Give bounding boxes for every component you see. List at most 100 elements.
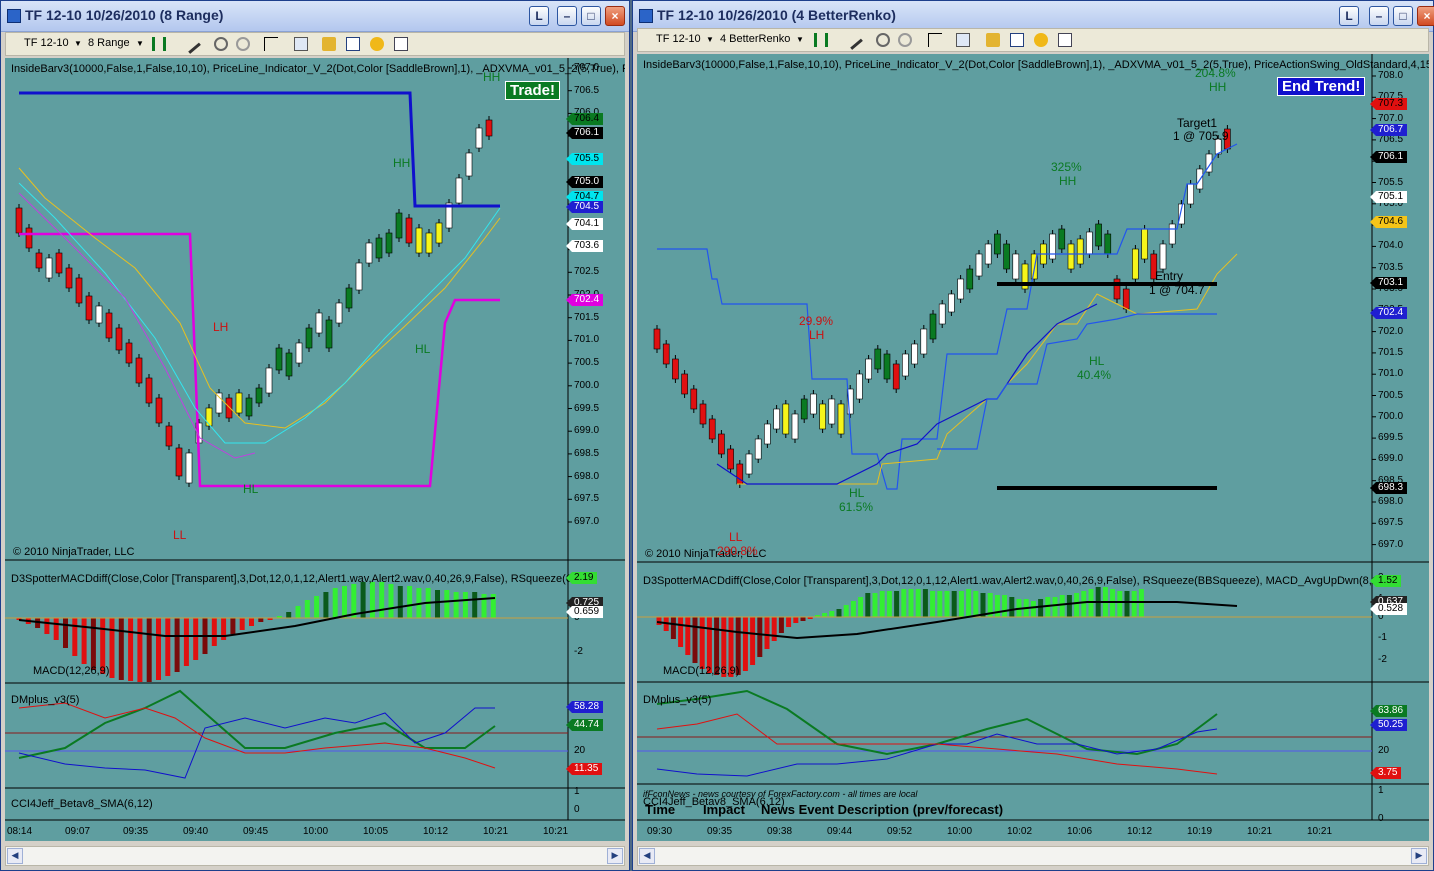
price-tag: 706.1 [1370, 151, 1408, 163]
crosshair-icon[interactable] [264, 37, 278, 51]
horizontal-scrollbar[interactable]: ◀ ▶ [637, 846, 1429, 866]
trade-badge: Trade! [505, 81, 561, 100]
data-box-icon[interactable] [394, 37, 408, 51]
period-selector[interactable]: 4 BetterRenko [720, 33, 790, 48]
candle-body [95, 305, 103, 324]
period-selector[interactable]: 8 Range [88, 37, 130, 52]
chart-trader-icon[interactable] [1010, 33, 1024, 47]
candle-body [345, 287, 353, 309]
time-tick-label: 09:45 [243, 826, 269, 837]
candle-body [25, 227, 33, 249]
candle-body [865, 358, 872, 380]
macd-bar [81, 618, 87, 664]
zoom-out-icon[interactable] [898, 33, 912, 47]
macd-bar [1117, 591, 1123, 617]
macd-bar [894, 591, 900, 617]
candle-body [920, 328, 928, 355]
scroll-left-icon[interactable]: ◀ [639, 848, 655, 864]
scroll-right-icon[interactable]: ▶ [1411, 848, 1427, 864]
close-button[interactable]: × [605, 6, 625, 26]
end-trend-badge: End Trend! [1277, 77, 1366, 96]
chart-area[interactable]: InsideBarv3(10000,False,1,False,10,10), … [637, 54, 1429, 841]
candle-body [672, 358, 679, 380]
candle-body [185, 452, 193, 484]
instrument-selector[interactable]: TF 12-10 [24, 37, 69, 52]
macd-bar [314, 596, 320, 618]
zoom-out-icon[interactable] [236, 37, 250, 51]
swing-annotation: 40.4% [1077, 368, 1112, 382]
bar-type-icon[interactable] [152, 37, 166, 51]
chart-trader-icon[interactable] [346, 37, 360, 51]
crosshair-icon[interactable] [928, 33, 942, 47]
data-box-icon[interactable] [1058, 33, 1072, 47]
horizontal-scrollbar[interactable]: ◀ ▶ [5, 846, 625, 866]
draw-tool-icon[interactable] [843, 30, 863, 50]
bar-type-icon[interactable] [814, 33, 828, 47]
coin-icon[interactable] [1034, 33, 1048, 47]
close-button[interactable]: × [1417, 6, 1434, 26]
window-title: TF 12-10 10/26/2010 (4 BetterRenko) [657, 7, 896, 23]
title-bar[interactable]: TF 12-10 10/26/2010 (8 Range) L – □ × [1, 1, 629, 32]
period-dropdown-icon[interactable]: ▼ [796, 35, 804, 50]
macd-bar [858, 597, 864, 617]
candle-body [105, 312, 113, 339]
maximize-button[interactable]: □ [581, 6, 601, 26]
zoom-in-icon[interactable] [876, 33, 890, 47]
strategy-icon[interactable] [986, 33, 1000, 47]
price-tick-label: 701.0 [574, 334, 600, 346]
instrument-dropdown-icon[interactable]: ▼ [706, 35, 714, 50]
candle-body [305, 327, 313, 349]
candle-body [754, 438, 762, 460]
macd-bar [407, 586, 413, 618]
instrument-selector[interactable]: TF 12-10 [656, 33, 701, 48]
minimize-button[interactable]: – [1369, 6, 1389, 26]
macd-bar [44, 618, 50, 634]
scroll-right-icon[interactable]: ▶ [607, 848, 623, 864]
candle-body [791, 413, 799, 440]
macd-bar [908, 589, 914, 617]
candle-body [1058, 228, 1066, 250]
lock-button[interactable]: L [1339, 6, 1359, 26]
price-tag: 706.7 [1370, 124, 1408, 136]
macd-bar [146, 618, 152, 682]
price-tick-label: 699.5 [574, 402, 600, 414]
macd-bar [800, 617, 806, 621]
strategy-icon[interactable] [322, 37, 336, 51]
instrument-dropdown-icon[interactable]: ▼ [74, 39, 82, 54]
macd-bar [286, 612, 292, 618]
macd-bar [1002, 595, 1008, 617]
macd-bar [771, 617, 777, 641]
chart-window-range: TF 12-10 10/26/2010 (8 Range) L – □ × TF… [0, 0, 630, 871]
draw-tool-icon[interactable] [181, 34, 201, 54]
time-tick-label: 09:30 [647, 826, 673, 837]
macd-bar [685, 617, 691, 655]
swing-annotation: HH [1209, 80, 1227, 94]
macd-tag: 2.19 [566, 572, 598, 584]
macd-bar [699, 617, 705, 669]
price-tick-label: 699.0 [1378, 453, 1404, 465]
scroll-left-icon[interactable]: ◀ [7, 848, 23, 864]
news-header-time: Time [645, 802, 676, 817]
period-dropdown-icon[interactable]: ▼ [136, 39, 144, 54]
minimize-button[interactable]: – [557, 6, 577, 26]
swing-annotation: HL [1089, 354, 1105, 368]
adxvma-blue-line [19, 91, 500, 208]
candle-body [1086, 231, 1093, 255]
macd-indicator-label: D3SpotterMACDdiff(Close,Color [Transpare… [11, 573, 572, 585]
maximize-button[interactable]: □ [1393, 6, 1413, 26]
candle-body [405, 217, 413, 244]
chart-area[interactable]: InsideBarv3(10000,False,1,False,10,10), … [5, 58, 625, 841]
swing-annotation: LL [729, 530, 743, 544]
candle-body [265, 367, 273, 394]
time-tick-label: 10:02 [1007, 826, 1033, 837]
properties-icon[interactable] [956, 33, 970, 47]
candle-body [485, 119, 493, 137]
macd-bar [850, 601, 856, 617]
lock-button[interactable]: L [529, 6, 549, 26]
zoom-in-icon[interactable] [214, 37, 228, 51]
macd-bar [109, 618, 115, 678]
time-tick-label: 10:06 [1067, 826, 1093, 837]
candle-body [1187, 183, 1194, 205]
coin-icon[interactable] [370, 37, 384, 51]
properties-icon[interactable] [294, 37, 308, 51]
